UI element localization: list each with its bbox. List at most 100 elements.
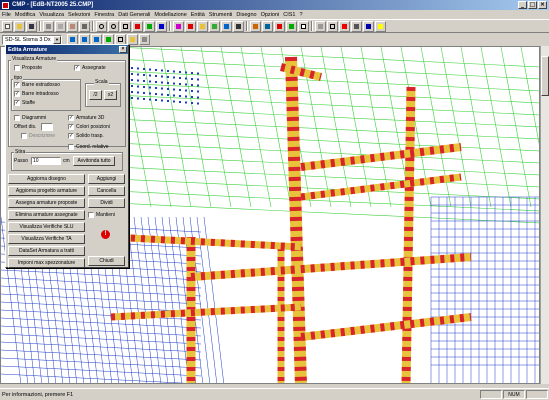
barre-intradosso-checkbox[interactable]: ✓ Barre intradosso	[14, 91, 59, 97]
menu-entita[interactable]: Entità	[191, 12, 205, 18]
mantieni-checkbox[interactable]: Mantieni	[88, 212, 115, 218]
mesh-line	[115, 82, 539, 104]
mesh-node	[131, 79, 133, 81]
cancella-button[interactable]: Cancella	[88, 186, 125, 196]
mesh-node	[161, 81, 163, 84]
verifiche-ta-button[interactable]: Visualizza Verifiche TA	[8, 234, 85, 244]
column-icon[interactable]	[197, 20, 208, 32]
chiudi-button[interactable]: Chiudi	[88, 256, 125, 266]
scale-double-button[interactable]: x2	[104, 90, 117, 100]
chevron-down-icon[interactable]: ▼	[53, 35, 61, 44]
scrollbar-thumb[interactable]	[541, 56, 549, 96]
staffe-checkbox[interactable]: ✓ Staffe	[14, 100, 35, 106]
diagrammi-box	[14, 115, 20, 121]
mesh-node	[143, 86, 145, 88]
proposte-checkbox[interactable]: Proposte	[14, 65, 42, 71]
rebar-icon[interactable]	[274, 20, 285, 32]
offset-dis-input[interactable]	[41, 123, 53, 131]
armature-3d-label: Armature 3D	[76, 115, 105, 121]
measure-icon[interactable]	[351, 20, 362, 32]
minimize-button[interactable]: _	[518, 1, 527, 9]
menu-help[interactable]: ?	[299, 12, 302, 18]
aggiorna-progetto-button[interactable]: Aggiorna progetto armature	[8, 186, 85, 196]
zoom-out-icon[interactable]	[108, 20, 119, 32]
zoom-in-icon[interactable]	[96, 20, 107, 32]
paste-icon[interactable]	[67, 20, 78, 32]
descrizione-checkbox[interactable]: Descrizione	[21, 133, 55, 139]
warning-icon: !	[101, 230, 110, 239]
barre-estradosso-checkbox[interactable]: ✓ Barre estradosso	[14, 82, 60, 88]
mesh-node	[185, 83, 187, 86]
node-icon[interactable]	[173, 20, 184, 32]
mesh-node	[185, 89, 187, 92]
diagrammi-checkbox[interactable]: Diagrammi	[14, 115, 46, 121]
elimina-assegnate-button[interactable]: Elimina armature assegnate	[8, 210, 85, 220]
load-case-select[interactable]: SD-SL Sisma 3 Dx ▼	[2, 34, 62, 45]
cut-icon[interactable]	[43, 20, 54, 32]
open-folder-icon[interactable]	[14, 20, 25, 32]
check-icon[interactable]	[286, 20, 297, 32]
copy-icon[interactable]	[55, 20, 66, 32]
zoom-window-icon[interactable]	[120, 20, 131, 32]
pan-icon[interactable]	[132, 20, 143, 32]
avvitonda-tutto-button[interactable]: Avvitonda tutto	[73, 156, 115, 166]
constraint-icon[interactable]	[233, 20, 244, 32]
beam-icon[interactable]	[185, 20, 196, 32]
menu-modifica[interactable]: Modifica	[15, 12, 35, 18]
properties-icon[interactable]	[363, 20, 374, 32]
imponi-max-button[interactable]: Imponi max spezzonature	[8, 258, 85, 268]
mesh-node	[155, 87, 157, 89]
mesh-node	[179, 83, 181, 85]
dataset-tratti-button[interactable]: DataSet Armatura a tratti	[8, 246, 85, 256]
scale-half-button[interactable]: /2	[89, 90, 102, 100]
mesh-node	[155, 99, 157, 101]
menu-finestra[interactable]: Finestra	[94, 12, 114, 18]
assegna-proposte-button[interactable]: Assegna armature proposte	[8, 198, 85, 208]
menu-file[interactable]: File	[2, 12, 11, 18]
menu-selezioni[interactable]: Selezioni	[68, 12, 90, 18]
rotate-icon[interactable]	[144, 20, 155, 32]
mesh-line	[460, 47, 492, 208]
passo-input[interactable]: 10	[31, 157, 61, 165]
save-icon[interactable]	[26, 20, 37, 32]
hide-icon[interactable]	[139, 34, 150, 45]
grid-icon[interactable]	[327, 20, 338, 32]
aggiorna-disegno-button[interactable]: Aggiorna disegno	[8, 174, 85, 184]
maximize-button[interactable]: □	[528, 1, 537, 9]
menu-opzioni[interactable]: Opzioni	[261, 12, 280, 18]
print-icon[interactable]	[79, 20, 90, 32]
mesh-node	[185, 77, 187, 80]
close-button[interactable]: ×	[538, 1, 547, 9]
menu-strumenti[interactable]: Strumenti	[209, 12, 233, 18]
snap-icon[interactable]	[339, 20, 350, 32]
analysis-icon[interactable]	[250, 20, 261, 32]
menu-disegno[interactable]: Disegno	[236, 12, 256, 18]
coord-relative-checkbox[interactable]: Coord. relative	[68, 144, 109, 150]
menu-cis1[interactable]: CIS1	[283, 12, 295, 18]
mesh-node	[131, 97, 133, 99]
menu-dati-generali[interactable]: Dati Generali	[118, 12, 150, 18]
report-icon[interactable]	[298, 20, 309, 32]
mesh-node	[143, 98, 145, 100]
shell-icon[interactable]	[209, 20, 220, 32]
load-icon[interactable]	[221, 20, 232, 32]
layer-icon[interactable]	[315, 20, 326, 32]
menu-modellazione[interactable]: Modellazione	[154, 12, 186, 18]
vertical-scrollbar[interactable]	[540, 46, 549, 384]
help-icon[interactable]	[375, 20, 386, 32]
assegnate-checkbox[interactable]: ✓ Assegnate	[74, 65, 106, 71]
colori-posizioni-checkbox[interactable]: ✓ Colori posizioni	[68, 124, 110, 130]
new-file-icon[interactable]	[2, 20, 13, 32]
menu-visualizza[interactable]: Visualizza	[39, 12, 64, 18]
verifiche-slu-button[interactable]: Visualizza Verifiche SLU	[8, 222, 85, 232]
status-bar: Per informazioni, premere F1 NUM	[0, 388, 549, 400]
view-3d-icon[interactable]	[156, 20, 167, 32]
results-icon[interactable]	[262, 20, 273, 32]
barre-intradosso-label: Barre intradosso	[22, 91, 59, 97]
toolbar-separator	[311, 21, 313, 31]
aggiungi-button[interactable]: Aggiungi	[88, 174, 125, 184]
dialog-close-button[interactable]: ×	[119, 46, 127, 53]
armature-3d-checkbox[interactable]: ✓ Armature 3D	[68, 115, 104, 121]
dividi-button[interactable]: Dividi	[88, 198, 125, 208]
solido-trasp-checkbox[interactable]: ✓ Solido trasp.	[68, 133, 104, 139]
